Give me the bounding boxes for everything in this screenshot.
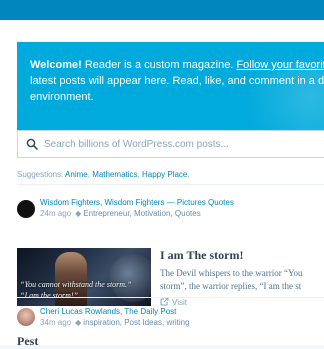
suggestions-label: Suggestions: bbox=[17, 170, 66, 179]
suggestion-happy-place[interactable]: Happy Place bbox=[142, 170, 187, 179]
welcome-message: Welcome! Reader is a custom magazine. Fo… bbox=[30, 57, 324, 105]
post-tags[interactable]: inspiration, Post Ideas, writing bbox=[83, 318, 189, 327]
post-site-name[interactable]: Wisdom Fighters, Wisdom Fighters — Pictu… bbox=[40, 198, 234, 207]
search-input[interactable] bbox=[44, 136, 324, 152]
tag-icon: ◆ bbox=[75, 318, 82, 327]
search-icon bbox=[26, 138, 38, 150]
visit-label: Visit bbox=[172, 298, 187, 307]
author-avatar[interactable] bbox=[17, 308, 35, 326]
thumb-quote-1: “You cannot withstand the storm.” bbox=[20, 280, 132, 289]
excerpt-line-2: storm”, the warrior replies, “I am the s… bbox=[160, 281, 302, 291]
follow-sites-link[interactable]: Follow your favorite sites bbox=[236, 59, 324, 71]
post-meta: 34m ago ◆ inspiration, Post Ideas, writing bbox=[40, 318, 190, 327]
visit-link[interactable]: Visit bbox=[160, 297, 187, 307]
post-time[interactable]: 24m ago bbox=[40, 209, 71, 218]
post-time[interactable]: 34m ago bbox=[40, 318, 71, 327]
excerpt-line-1: The Devil whispers to the warrior “You bbox=[160, 268, 303, 278]
thumb-quote-2: “I am the storm!” bbox=[20, 291, 79, 300]
post-tags[interactable]: Entrepreneur, Motivation, Quotes bbox=[83, 209, 200, 218]
welcome-line-3: environment. bbox=[30, 91, 94, 103]
welcome-heading: Welcome! bbox=[30, 59, 82, 71]
welcome-line-2: latest posts will appear here. Read, lik… bbox=[30, 75, 324, 87]
post-divider bbox=[17, 297, 324, 298]
divider bbox=[17, 184, 324, 185]
suggestion-mathematics[interactable]: Mathematics bbox=[92, 170, 137, 179]
welcome-text-1: Reader is a custom magazine. bbox=[81, 59, 237, 71]
post-title[interactable]: I am The storm! bbox=[160, 248, 243, 263]
reader-stream: Welcome! Reader is a custom magazine. Fo… bbox=[0, 20, 324, 348]
post-site-name[interactable]: Cheri Lucas Rowlands, The Daily Post bbox=[40, 307, 176, 316]
search-box[interactable] bbox=[17, 130, 324, 158]
post-title[interactable]: Pest bbox=[17, 334, 38, 349]
site-avatar[interactable] bbox=[17, 200, 35, 218]
masterbar bbox=[0, 0, 324, 20]
planet-graphic bbox=[109, 254, 151, 302]
search-suggestions: Suggestions: Anime, Mathematics, Happy P… bbox=[17, 170, 190, 179]
post-excerpt: The Devil whispers to the warrior “You s… bbox=[160, 267, 324, 293]
suggestion-anime[interactable]: Anime bbox=[65, 170, 88, 179]
post-meta: 24m ago ◆ Entrepreneur, Motivation, Quotes bbox=[40, 209, 201, 218]
external-link-icon bbox=[160, 297, 169, 306]
suggestions-end: . bbox=[187, 170, 190, 179]
welcome-banner: Welcome! Reader is a custom magazine. Fo… bbox=[17, 42, 324, 135]
tag-icon: ◆ bbox=[75, 209, 82, 218]
